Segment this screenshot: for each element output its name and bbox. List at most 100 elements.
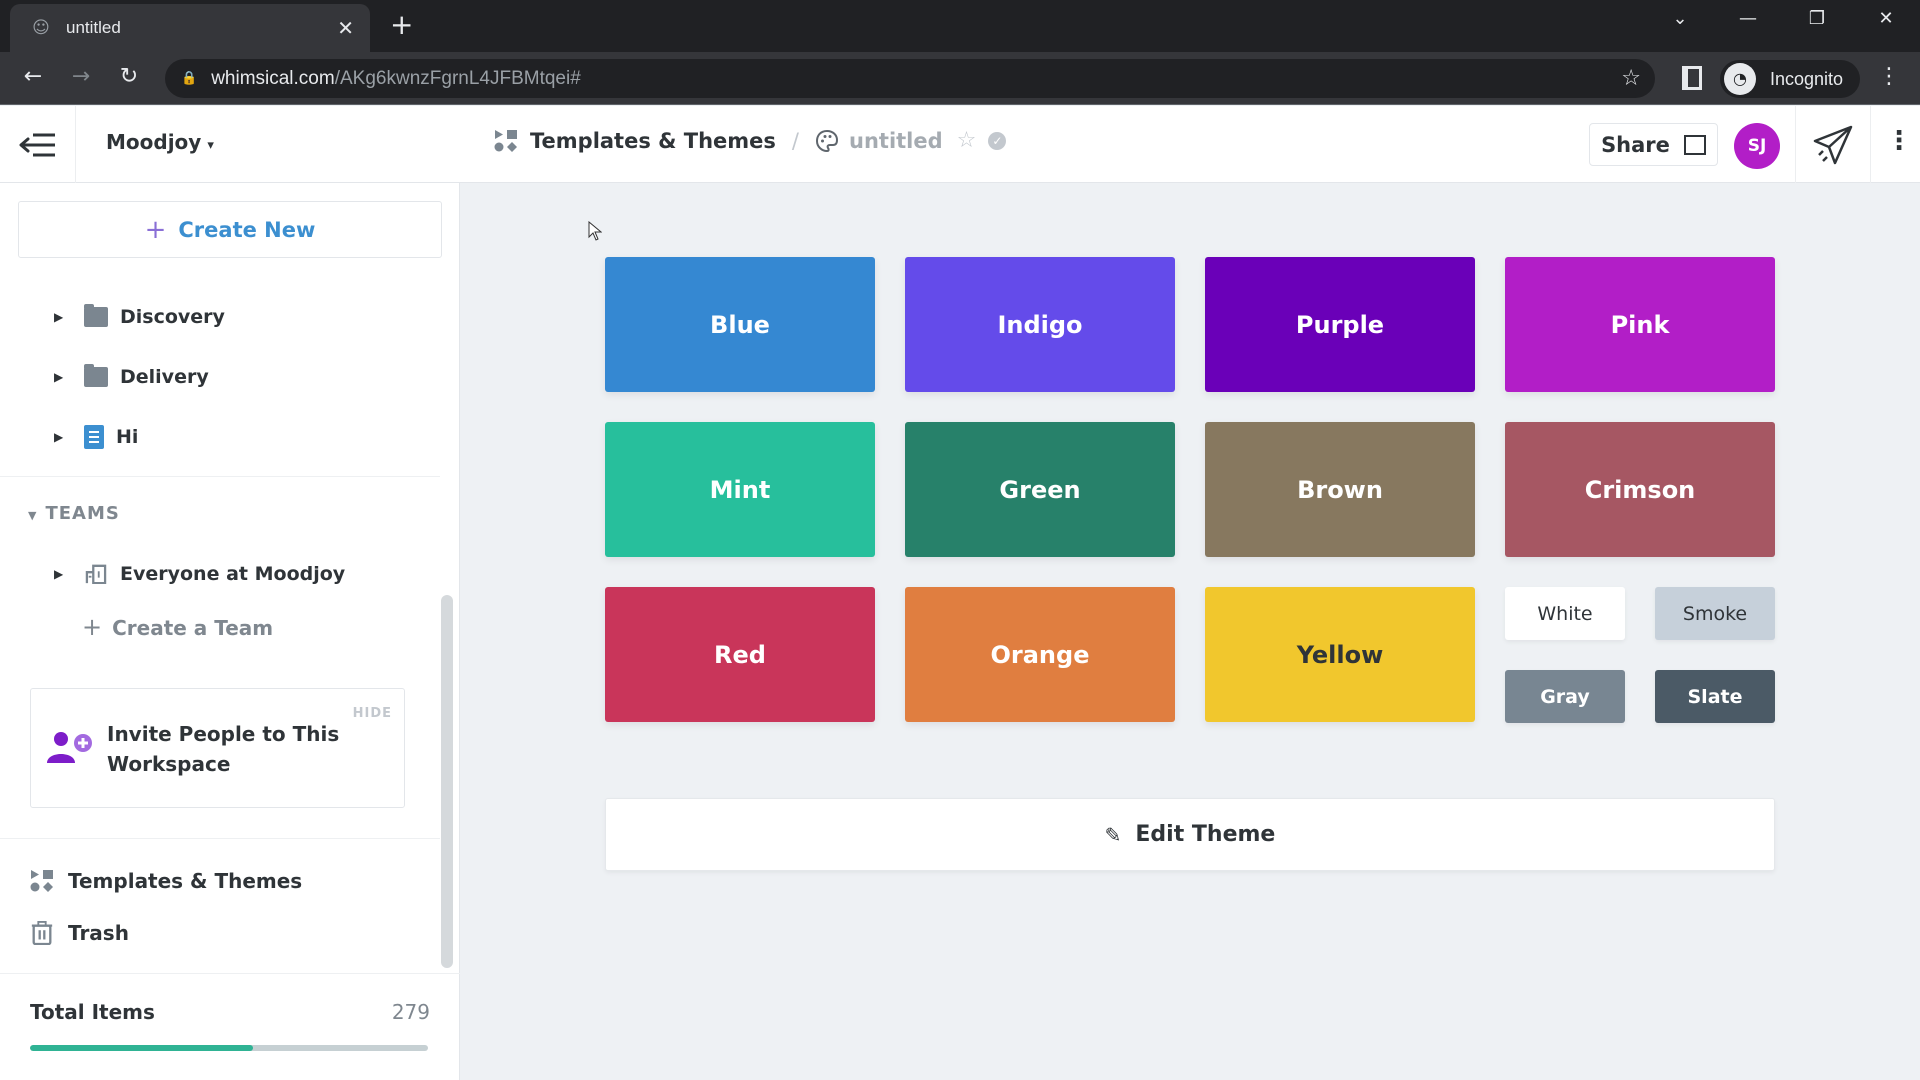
palette-icon [815, 129, 839, 152]
create-new-button[interactable]: + Create New [18, 201, 442, 258]
expand-caret-icon[interactable]: ▶ [54, 370, 64, 384]
folder-icon [84, 364, 108, 387]
sidebar-item-hi[interactable]: ▶ Hi [0, 417, 440, 457]
swatch-slate[interactable]: Slate [1655, 670, 1775, 723]
create-team-button[interactable]: + Create a Team [82, 613, 273, 641]
sidebar-divider [0, 973, 460, 974]
incognito-label: Incognito [1770, 68, 1844, 89]
swatch-purple[interactable]: Purple [1205, 257, 1475, 392]
browser-tab[interactable]: ☺ untitled ✕ [10, 4, 370, 52]
favorite-star-icon[interactable]: ☆ [957, 128, 977, 153]
add-person-icon [47, 732, 92, 763]
share-button[interactable]: Share [1589, 123, 1718, 166]
tab-title: untitled [66, 18, 121, 37]
swatch-green[interactable]: Green [905, 422, 1175, 557]
sidebar-item-trash[interactable]: Trash [30, 915, 129, 951]
building-icon [85, 564, 107, 584]
sidebar-item-discovery[interactable]: ▶ Discovery [0, 297, 440, 337]
swatch-blue[interactable]: Blue [605, 257, 875, 392]
swatch-red[interactable]: Red [605, 587, 875, 722]
expand-caret-icon[interactable]: ▶ [54, 567, 64, 581]
create-new-label: Create New [178, 217, 316, 242]
teams-heading: TEAMS [45, 503, 120, 524]
incognito-profile-button[interactable]: ◔ Incognito [1720, 60, 1860, 98]
swatch-pink[interactable]: Pink [1505, 257, 1775, 392]
total-items: Total Items 279 [30, 1000, 430, 1024]
breadcrumb-separator: / [791, 128, 799, 153]
total-items-label: Total Items [30, 1000, 155, 1024]
collapse-menu-icon [19, 133, 55, 156]
workspace-switcher[interactable]: Moodjoy ▾ [106, 130, 214, 154]
usage-progress-fill [30, 1045, 253, 1051]
url-field[interactable]: 🔒 whimsical.com/AKg6kwnzFgrnL4JFBMtqei# … [165, 59, 1655, 98]
url-path: /AKg6kwnzFgrnL4JFBMtqei# [334, 67, 581, 89]
document-title[interactable]: untitled [849, 129, 943, 153]
sidebar-item-label: Trash [68, 921, 129, 945]
send-button[interactable] [1795, 106, 1871, 183]
create-team-label: Create a Team [112, 616, 274, 640]
shapes-icon [494, 129, 517, 152]
restore-button[interactable]: ❐ [1797, 8, 1837, 29]
expand-caret-icon[interactable]: ▶ [54, 310, 64, 324]
sidebar-item-label: Everyone at Moodjoy [120, 563, 346, 585]
address-bar-row: ← → ↻ 🔒 whimsical.com/AKg6kwnzFgrnL4JFBM… [0, 52, 1920, 105]
forward-icon[interactable]: → [66, 64, 96, 89]
swatch-indigo[interactable]: Indigo [905, 257, 1175, 392]
breadcrumb: Templates & Themes / untitled ☆ ✓ [494, 128, 1007, 153]
more-options-icon[interactable]: ⋮ [1886, 126, 1912, 156]
plus-icon: + [144, 214, 167, 245]
invite-card[interactable]: HIDE Invite People to This Workspace [30, 688, 405, 808]
folder-icon [84, 304, 108, 327]
url-host: whimsical.com [211, 67, 335, 89]
total-items-count: 279 [391, 1000, 430, 1024]
trash-icon [31, 921, 53, 945]
sidebar-item-label: Delivery [120, 366, 209, 388]
reload-icon[interactable]: ↻ [114, 64, 144, 89]
chevron-down-icon: ▾ [207, 138, 214, 153]
invite-text: Invite People to This Workspace [107, 722, 340, 776]
swatch-white[interactable]: White [1505, 587, 1625, 640]
back-icon[interactable]: ← [18, 64, 48, 89]
swatch-mint[interactable]: Mint [605, 422, 875, 557]
swatch-brown[interactable]: Brown [1205, 422, 1475, 557]
sidebar-item-label: Hi [116, 426, 139, 448]
edit-theme-button[interactable]: ✎ Edit Theme [605, 798, 1775, 871]
collapse-sidebar-button[interactable] [0, 106, 76, 183]
swatch-smoke[interactable]: Smoke [1655, 587, 1775, 640]
sidebar-scrollbar[interactable] [441, 595, 453, 968]
swatch-yellow[interactable]: Yellow [1205, 587, 1475, 722]
new-tab-button[interactable]: + [390, 9, 413, 41]
sidebar-item-label: Templates & Themes [68, 869, 303, 893]
usage-progress-bar [30, 1045, 428, 1051]
sidebar-item-templates-themes[interactable]: Templates & Themes [30, 863, 302, 899]
close-window-button[interactable]: ✕ [1866, 8, 1906, 29]
sidebar-item-everyone-at-moodjoy[interactable]: ▶ Everyone at Moodjoy [0, 554, 440, 594]
building-icon [1683, 134, 1706, 155]
swatch-orange[interactable]: Orange [905, 587, 1175, 722]
bookmark-star-icon[interactable]: ☆ [1621, 66, 1641, 91]
breadcrumb-templates-themes[interactable]: Templates & Themes [530, 129, 776, 153]
app-header: Moodjoy ▾ Templates & Themes / untitled ☆… [0, 106, 1920, 183]
shapes-icon [30, 870, 53, 892]
side-panel-icon[interactable] [1682, 66, 1702, 90]
minimize-button[interactable]: — [1728, 8, 1768, 29]
collapse-caret-icon: ▼ [28, 509, 38, 522]
swatch-gray[interactable]: Gray [1505, 670, 1625, 723]
sidebar-divider [0, 838, 440, 839]
user-avatar[interactable]: SJ [1734, 123, 1780, 169]
sidebar: + Create New ▶ Discovery ▶ Delivery ▶ Hi … [0, 183, 460, 1080]
palette-icon: ☺ [32, 18, 50, 38]
tab-search-icon[interactable]: ⌄ [1660, 8, 1700, 29]
pencil-icon: ✎ [1104, 822, 1122, 847]
plus-icon: + [82, 613, 103, 641]
expand-caret-icon[interactable]: ▶ [54, 430, 64, 444]
sidebar-divider [0, 476, 440, 477]
workspace-name: Moodjoy [106, 130, 202, 154]
sidebar-item-delivery[interactable]: ▶ Delivery [0, 357, 440, 397]
teams-section-toggle[interactable]: ▼ TEAMS [28, 503, 120, 524]
sidebar-item-label: Discovery [120, 306, 225, 328]
browser-menu-icon[interactable]: ⋮ [1878, 64, 1900, 89]
close-tab-icon[interactable]: ✕ [337, 16, 354, 40]
swatch-crimson[interactable]: Crimson [1505, 422, 1775, 557]
browser-tab-bar: ☺ untitled ✕ + ⌄ — ❐ ✕ [0, 0, 1920, 52]
